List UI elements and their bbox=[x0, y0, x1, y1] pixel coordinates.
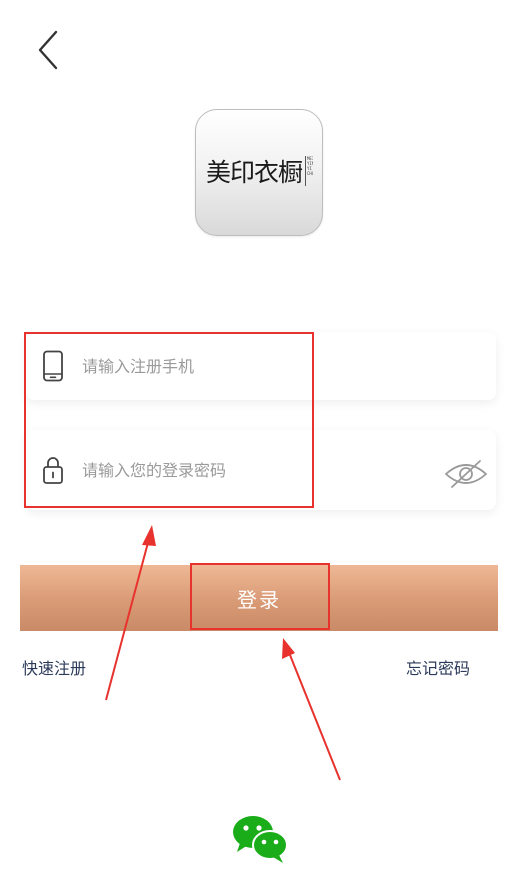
phone-icon bbox=[43, 350, 63, 382]
logo-side-text: MEI YIN YI CHU bbox=[305, 156, 313, 186]
forgot-password-link[interactable]: 忘记密码 bbox=[406, 655, 470, 679]
chevron-left-icon bbox=[38, 30, 58, 70]
eye-off-icon[interactable] bbox=[444, 458, 488, 490]
phone-field-container bbox=[26, 332, 496, 400]
login-button[interactable]: 登录 bbox=[20, 565, 498, 631]
back-button[interactable] bbox=[30, 28, 66, 72]
logo-text: 美印衣橱 bbox=[206, 158, 303, 187]
phone-input[interactable] bbox=[82, 332, 422, 400]
annotation-arrow-button bbox=[282, 638, 341, 781]
app-logo: 美印衣橱 MEI YIN YI CHU bbox=[195, 109, 323, 236]
password-input[interactable] bbox=[82, 430, 422, 510]
password-field-container bbox=[26, 430, 496, 510]
lock-icon bbox=[43, 457, 63, 484]
quick-register-link[interactable]: 快速注册 bbox=[22, 655, 86, 679]
wechat-icon[interactable] bbox=[231, 814, 289, 864]
